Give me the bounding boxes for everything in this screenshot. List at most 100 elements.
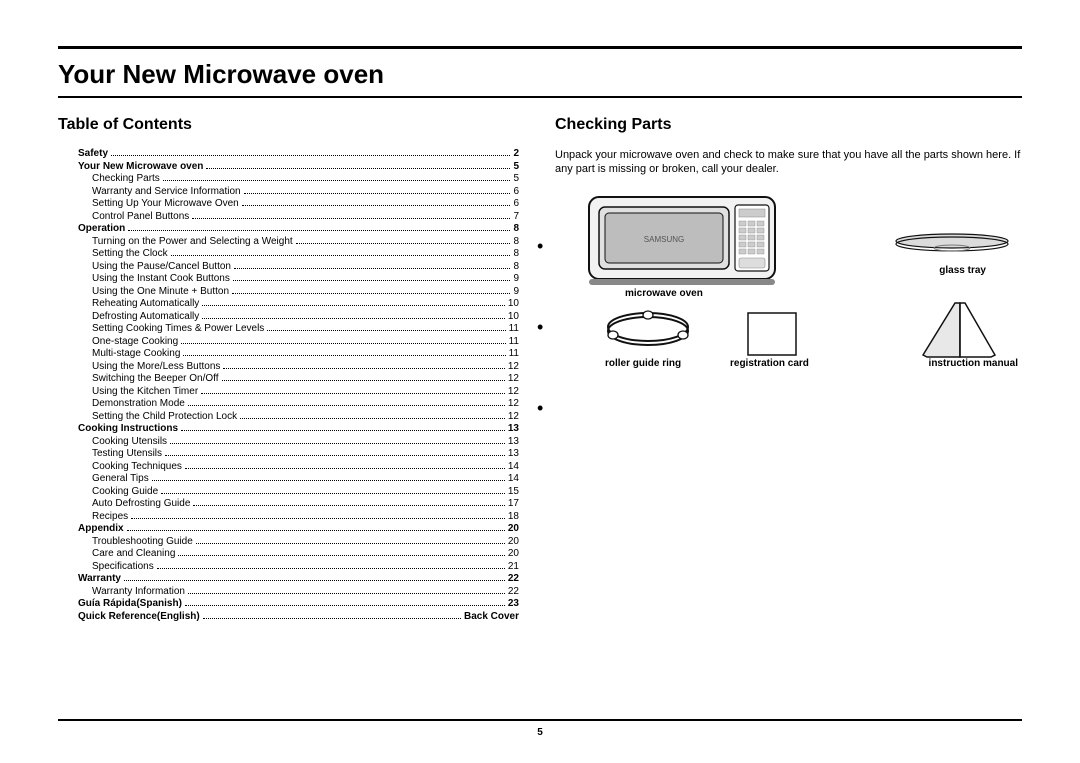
toc-leader [233, 280, 511, 281]
toc-page: 13 [508, 448, 519, 461]
toc-label: Warranty Information [92, 586, 185, 599]
toc-page: 22 [508, 573, 519, 586]
toc-leader [183, 355, 505, 356]
manual-icon [917, 295, 1002, 365]
toc-leader [163, 180, 511, 181]
toc-row: Warranty and Service Information6 [78, 186, 519, 199]
toc-row: Turning on the Power and Selecting a Wei… [78, 236, 519, 249]
toc-row: One-stage Cooking11 [78, 336, 519, 349]
toc-row: Setting Cooking Times & Power Levels11 [78, 323, 519, 336]
toc-row: Auto Defrosting Guide 17 [78, 498, 519, 511]
toc-leader [202, 305, 505, 306]
toc-row: Demonstration Mode12 [78, 398, 519, 411]
left-column: Table of Contents Safety2Your New Microw… [58, 116, 525, 623]
toc-row: Switching the Beeper On/Off12 [78, 373, 519, 386]
toc-page: 5 [513, 161, 519, 174]
toc-row: Using the Instant Cook Buttons 9 [78, 273, 519, 286]
toc-label: Defrosting Automatically [92, 311, 199, 324]
toc-page: 8 [513, 248, 519, 261]
toc-page: 22 [508, 586, 519, 599]
toc-label: Specifications [92, 561, 154, 574]
toc-page: 21 [508, 561, 519, 574]
toc-leader [201, 393, 505, 394]
toc-page: 5 [513, 173, 519, 186]
toc-label: Setting the Clock [92, 248, 168, 261]
toc-label: One-stage Cooking [92, 336, 178, 349]
toc-page: 13 [508, 436, 519, 449]
toc-page: 10 [508, 311, 519, 324]
toc-label: Setting Up Your Microwave Oven [92, 198, 239, 211]
page-title: Your New Microwave oven [58, 59, 1022, 90]
toc-label: Turning on the Power and Selecting a Wei… [92, 236, 293, 249]
toc-label: Recipes [92, 511, 128, 524]
toc-leader [188, 593, 505, 594]
binding-dots: ••• [537, 236, 543, 419]
toc-page: 8 [513, 223, 519, 236]
manual-page: Your New Microwave oven Table of Content… [58, 46, 1022, 743]
toc-leader [232, 293, 510, 294]
toc-leader [296, 243, 511, 244]
toc-label: Using the One Minute + Button [92, 286, 229, 299]
toc-row: Setting the Child Protection Lock12 [78, 411, 519, 424]
toc-page: 20 [508, 548, 519, 561]
toc-page: 14 [508, 473, 519, 486]
toc-label: Using the Instant Cook Buttons [92, 273, 230, 286]
toc-leader [202, 318, 505, 319]
toc-label: Cooking Guide [92, 486, 158, 499]
toc-label: Appendix [78, 523, 124, 536]
regcard-label: registration card [730, 358, 809, 369]
toc-row: Quick Reference(English)Back Cover [78, 611, 519, 624]
toc-leader [181, 343, 505, 344]
manual-label: instruction manual [929, 358, 1018, 369]
toc-leader [170, 443, 505, 444]
toc-row: Safety 2 [78, 148, 519, 161]
roller-label: roller guide ring [605, 358, 681, 369]
toc-row: Setting the Clock 8 [78, 248, 519, 261]
under-rule [58, 96, 1022, 98]
microwave-label: microwave oven [625, 288, 703, 299]
toc-page: 11 [509, 348, 519, 361]
toc-row: Specifications 21 [78, 561, 519, 574]
toc-leader [185, 468, 505, 469]
toc-page: 14 [508, 461, 519, 474]
toc-label: Testing Utensils [92, 448, 162, 461]
toc-leader [185, 605, 505, 606]
toc-row: Cooking Techniques14 [78, 461, 519, 474]
toc-leader [188, 405, 505, 406]
toc-leader [244, 193, 511, 194]
toc-leader [178, 555, 504, 556]
columns: Table of Contents Safety2Your New Microw… [58, 116, 1022, 623]
top-rule [58, 46, 1022, 49]
toc-row: General Tips14 [78, 473, 519, 486]
toc-page: 12 [508, 386, 519, 399]
toc-leader [124, 580, 505, 581]
toc-row: Cooking Instructions13 [78, 423, 519, 436]
microwave-icon: SAMSUNG [587, 195, 777, 290]
toc-page: 2 [513, 148, 519, 161]
toc-page: 9 [513, 273, 519, 286]
toc-label: Cooking Instructions [78, 423, 178, 436]
toc-label: Guía Rápida(Spanish) [78, 598, 182, 611]
toc-label: Demonstration Mode [92, 398, 185, 411]
toc-page: 15 [508, 486, 519, 499]
toc-page: 17 [508, 498, 519, 511]
toc-row: Guía Rápida(Spanish)23 [78, 598, 519, 611]
toc-label: Using the More/Less Buttons [92, 361, 220, 374]
toc-leader [157, 568, 505, 569]
toc-page: 12 [508, 373, 519, 386]
toc-row: Using the Pause/Cancel Button8 [78, 261, 519, 274]
toc-row: Recipes18 [78, 511, 519, 524]
toc-label: Safety [78, 148, 108, 161]
toc-page: 6 [513, 198, 519, 211]
toc-page: 8 [513, 236, 519, 249]
toc-leader [203, 618, 461, 619]
toc-leader [193, 505, 504, 506]
toc-leader [240, 418, 505, 419]
right-column: ••• Checking Parts Unpack your microwave… [555, 116, 1022, 623]
toc-row: Reheating Automatically10 [78, 298, 519, 311]
toc-leader [131, 518, 505, 519]
toc-label: Auto Defrosting Guide [92, 498, 190, 511]
toc-page: 9 [513, 286, 519, 299]
toc-label: Cooking Utensils [92, 436, 167, 449]
toc-row: Multi-stage Cooking11 [78, 348, 519, 361]
